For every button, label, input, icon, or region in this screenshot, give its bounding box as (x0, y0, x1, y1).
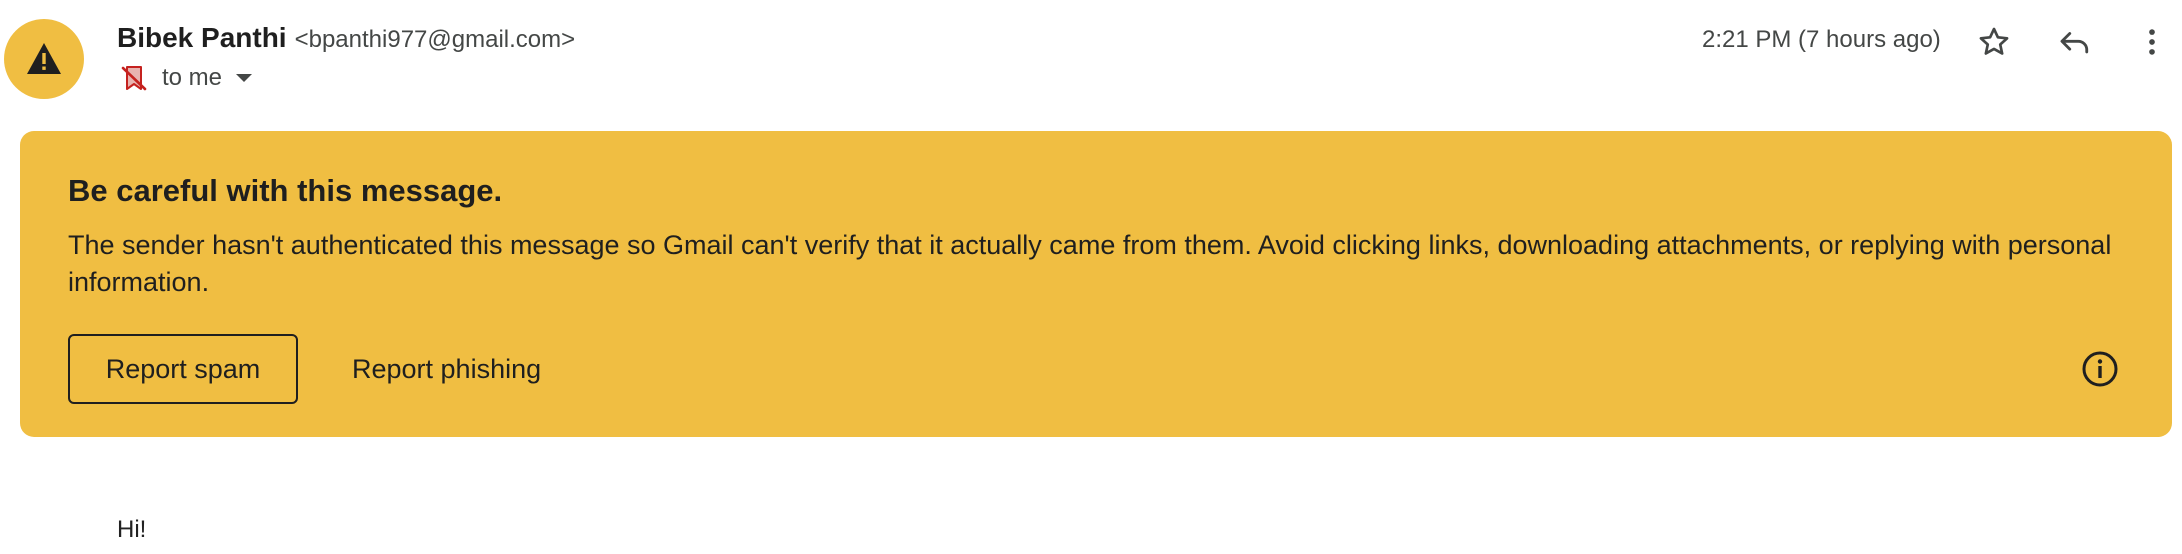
message-body: Hi! (117, 516, 147, 543)
sender-email[interactable]: <bpanthi977@gmail.com> (295, 26, 576, 54)
report-phishing-button[interactable]: Report phishing (332, 334, 561, 404)
warning-banner: Be careful with this message. The sender… (20, 131, 2172, 437)
warning-title: Be careful with this message. (68, 173, 503, 208)
report-spam-button[interactable]: Report spam (68, 334, 298, 404)
sender-name[interactable]: Bibek Panthi (117, 22, 287, 54)
info-icon[interactable] (2080, 349, 2120, 389)
reply-icon[interactable] (2052, 20, 2096, 64)
warning-triangle-icon (27, 43, 61, 74)
recipient-line: to me (120, 64, 253, 92)
recipient-label: to me (162, 64, 223, 91)
star-icon[interactable] (1972, 20, 2016, 64)
message-timestamp: 2:21 PM (7 hours ago) (1702, 26, 1941, 53)
email-view: Bibek Panthi <bpanthi977@gmail.com> to m… (0, 0, 2182, 554)
chevron-down-icon[interactable] (236, 74, 253, 82)
sender-line: Bibek Panthi <bpanthi977@gmail.com> (117, 22, 575, 54)
unauthenticated-sender-icon (120, 64, 148, 92)
sender-avatar[interactable] (4, 19, 84, 99)
warning-body: The sender hasn't authenticated this mes… (68, 230, 2112, 297)
more-vert-icon[interactable] (2130, 20, 2174, 64)
